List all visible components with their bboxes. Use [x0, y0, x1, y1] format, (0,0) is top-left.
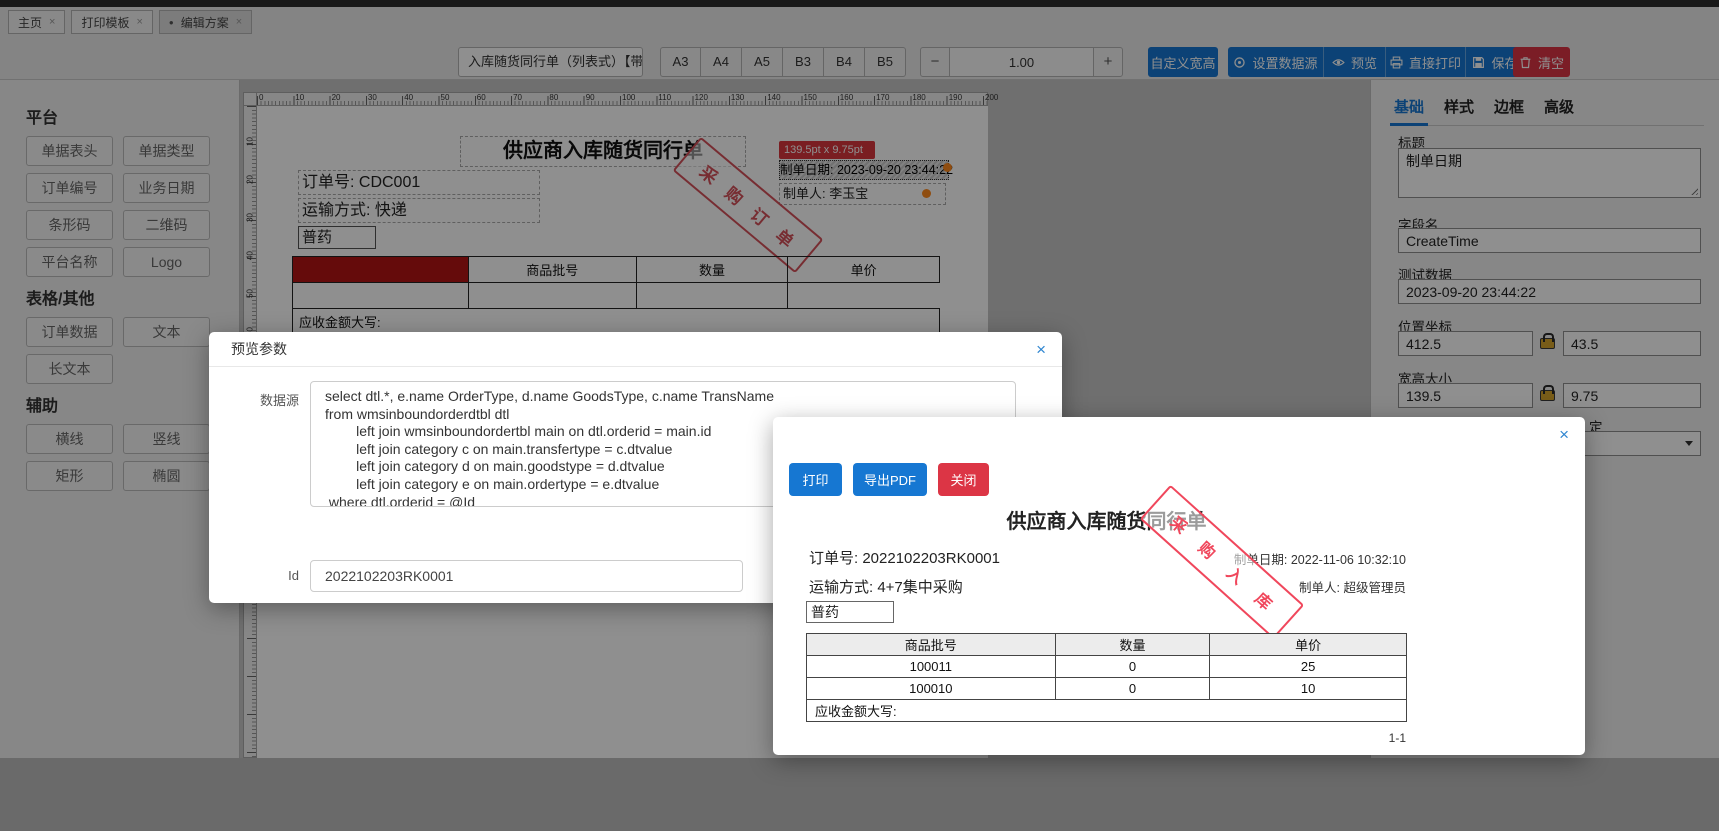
preview-table-cell: 0: [1054, 677, 1211, 700]
page-indicator: 1-1: [1388, 731, 1406, 745]
id-input[interactable]: [310, 560, 743, 592]
preview-table-header-cell: 单价: [1209, 633, 1407, 656]
preview-table-footer-row: 应收金额大写:: [806, 699, 1407, 722]
preview-table-cell: 100011: [806, 655, 1056, 678]
preview-doc-title: 供应商入库随货同行单: [1006, 511, 1207, 533]
datasource-label: 数据源: [259, 393, 299, 408]
preview-table-cell: 0: [1054, 655, 1211, 678]
preview-table-row: 100011 0 25: [806, 655, 1407, 678]
preview-table: 商品批号 数量 单价 100011 0 25 100010 0 10 应收金额大写:: [806, 633, 1407, 722]
preview-maker: 制单人: 超级管理员: [1299, 581, 1406, 595]
preview-table-header-cell: 数量: [1054, 633, 1211, 656]
preview-table-footer-cell: 应收金额大写:: [806, 699, 1407, 722]
close-icon[interactable]: ×: [1559, 426, 1569, 443]
print-preview-modal: × 打印 导出PDF 关闭 供应商入库随货同行单 订单号: 2022102203…: [773, 417, 1585, 755]
preview-table-cell: 25: [1209, 655, 1407, 678]
export-pdf-button[interactable]: 导出PDF: [853, 463, 927, 496]
preview-table-body: 商品批号 数量 单价 100011 0 25 100010 0 10 应收金额大写:: [806, 633, 1407, 722]
close-button[interactable]: 关闭: [938, 463, 989, 496]
preview-table-cell: 10: [1209, 677, 1407, 700]
close-icon[interactable]: ×: [1036, 341, 1046, 358]
id-label: Id: [288, 568, 299, 583]
print-button[interactable]: 打印: [789, 463, 842, 496]
app-screen: 主页 × 打印模板 × ● 编辑方案 × 入库随货同行单（列表式）【带 A3 A4 A5 B3 B4…: [0, 0, 1719, 831]
print-preview-actions: 打印 导出PDF 关闭: [789, 463, 989, 496]
preview-order-no: 订单号: 2022102203RK0001: [809, 550, 1000, 567]
preview-table-row: 100010 0 10: [806, 677, 1407, 700]
preview-params-header: 预览参数 ×: [209, 332, 1062, 367]
preview-table-header-row: 商品批号 数量 单价: [806, 633, 1407, 656]
preview-table-cell: 100010: [806, 677, 1056, 700]
preview-drug-type: 普药: [806, 601, 894, 623]
preview-table-header-cell: 商品批号: [806, 633, 1056, 656]
preview-params-title: 预览参数: [231, 341, 287, 357]
preview-transport: 运输方式: 4+7集中采购: [809, 579, 963, 596]
